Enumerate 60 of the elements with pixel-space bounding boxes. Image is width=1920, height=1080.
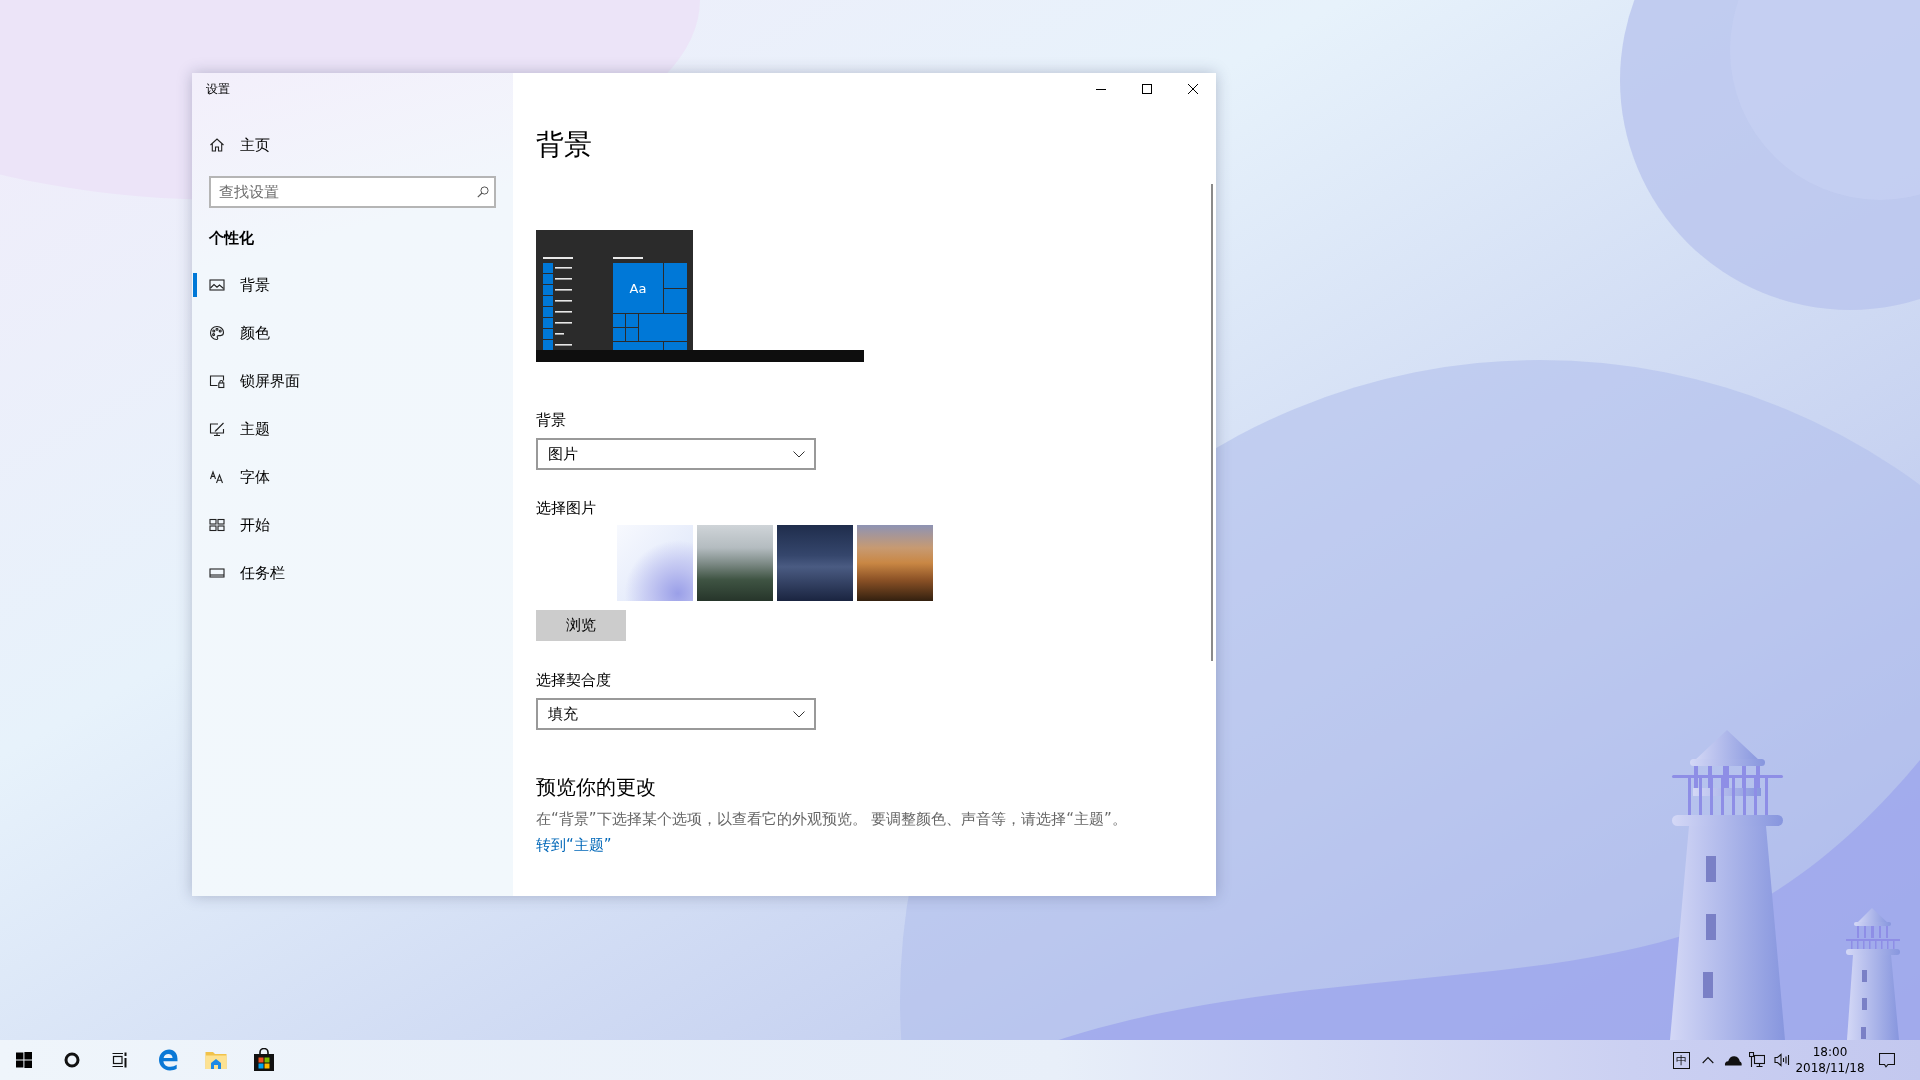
nav-item[interactable]: 背景: [192, 261, 513, 309]
chevron-down-icon: [793, 450, 805, 458]
home-link[interactable]: 主页: [192, 125, 513, 165]
network-monitor-icon: [1749, 1052, 1765, 1068]
nav-item[interactable]: 任务栏: [192, 549, 513, 597]
ring-icon: [64, 1052, 80, 1068]
background-dropdown[interactable]: 图片: [536, 438, 816, 470]
scrollbar-thumb[interactable]: [1211, 184, 1213, 661]
home-icon: [209, 137, 225, 153]
chevron-down-icon: [793, 710, 805, 718]
page-title: 背景: [536, 127, 592, 163]
nav-item[interactable]: 字体: [192, 453, 513, 501]
preview-tile: [664, 263, 687, 288]
wallpaper-thumbnail[interactable]: [857, 525, 933, 601]
taskbar-icon: [209, 565, 225, 581]
preview-tile: [626, 314, 638, 327]
close-icon: [1188, 84, 1198, 94]
search-field[interactable]: 查找设置: [209, 176, 496, 208]
theme-link[interactable]: 转到“主题”: [536, 835, 612, 855]
nav-item[interactable]: 开始: [192, 501, 513, 549]
speech-bubble-icon: [1879, 1052, 1895, 1068]
nav-item[interactable]: 锁屏界面: [192, 357, 513, 405]
maximize-icon: [1142, 84, 1152, 94]
preview-tile: [664, 289, 687, 313]
preview-tile: [613, 314, 625, 327]
section-heading: 个性化: [209, 228, 254, 248]
group-heading-line: [613, 257, 643, 259]
nav-item[interactable]: 颜色: [192, 309, 513, 357]
chevron-up-icon: [1702, 1056, 1714, 1064]
description-text: 在“背景”下选择某个选项，以查看它的外观预览。 要调整颜色、声音等，请选择“主题”。: [536, 809, 1127, 830]
input-method-indicator[interactable]: 中: [1672, 1051, 1690, 1069]
window-title: 设置: [205, 80, 230, 98]
nav-item[interactable]: 主题: [192, 405, 513, 453]
speaker-icon: [1774, 1052, 1790, 1068]
wallpaper-thumbnail[interactable]: [617, 525, 693, 601]
preview-tile: [639, 314, 687, 341]
browse-button[interactable]: 浏览: [536, 610, 626, 641]
cloud-icon: [1724, 1054, 1742, 1066]
preview-tile: Aa: [613, 263, 663, 313]
search-icon: [477, 186, 489, 198]
brush-monitor-icon: [209, 421, 225, 437]
field-label: 背景: [536, 410, 566, 430]
wallpaper-thumbnail[interactable]: [777, 525, 853, 601]
tiles-icon: [209, 517, 225, 533]
wallpaper-thumbnail[interactable]: [697, 525, 773, 601]
field-label: 选择契合度: [536, 670, 611, 690]
picture-icon: [209, 277, 225, 293]
preview-tile: [613, 328, 625, 341]
palette-icon: [209, 325, 225, 341]
fit-dropdown[interactable]: 填充: [536, 698, 816, 730]
shopping-bag-icon: [252, 1048, 276, 1072]
font-icon: [209, 469, 225, 485]
lock-screen-icon: [209, 373, 225, 389]
four-squares-icon: [16, 1052, 32, 1068]
clock-button[interactable]: 18:00 2018/11/18: [1795, 1040, 1865, 1080]
preview-tile: [626, 328, 638, 341]
field-label: 选择图片: [536, 498, 596, 518]
section-heading: 预览你的更改: [536, 774, 656, 801]
task-view-icon: [112, 1052, 128, 1068]
e-logo-icon: [156, 1048, 180, 1072]
